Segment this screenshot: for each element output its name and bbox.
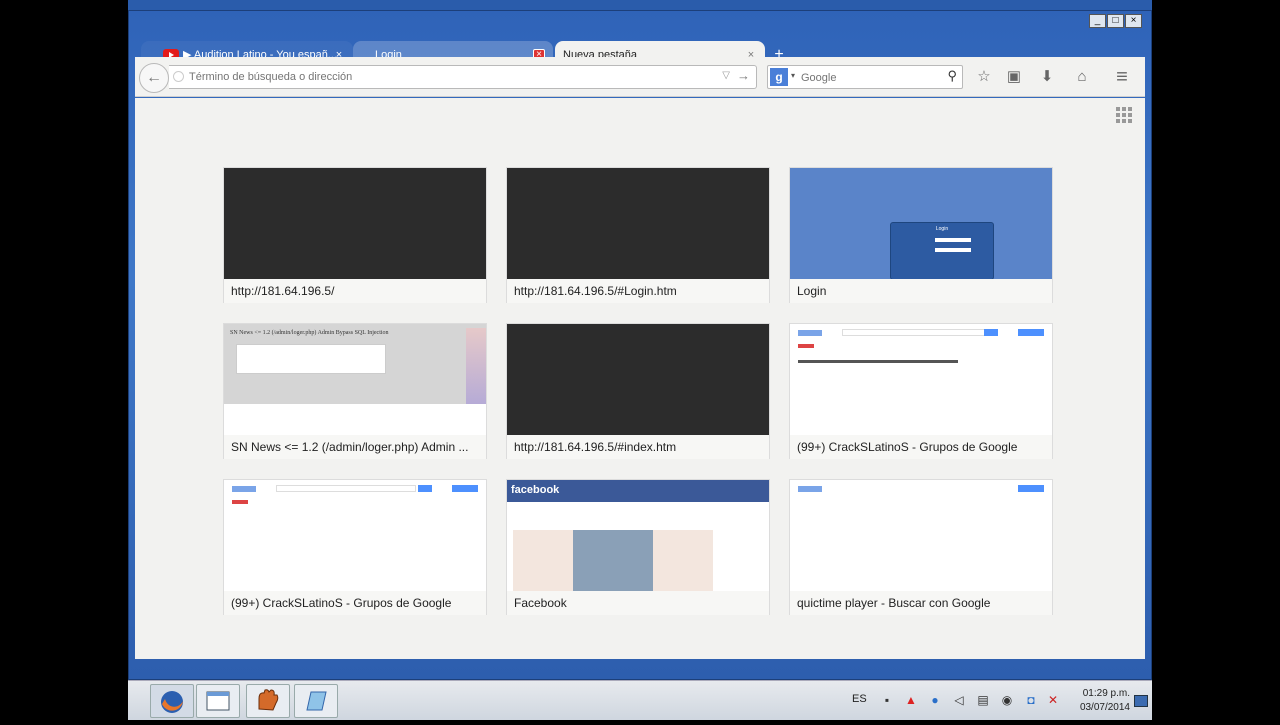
sn-preview-table bbox=[236, 344, 386, 374]
sn-preview-header: SN News <= 1.2 (/admin/loger.php) Admin … bbox=[230, 330, 389, 336]
network-tray-icon[interactable]: ▤ bbox=[976, 693, 990, 707]
globe-icon bbox=[173, 71, 184, 82]
tile-site[interactable]: SN News <= 1.2 (/admin/loger.php) Admin … bbox=[223, 323, 487, 459]
security-tray-icon[interactable]: ● bbox=[928, 693, 942, 707]
network-x-tray-icon[interactable]: ✕ bbox=[1046, 693, 1060, 707]
firefox-taskbar-button[interactable] bbox=[150, 684, 194, 718]
downloads-icon[interactable]: ⬇ bbox=[1036, 67, 1058, 87]
tile-label: http://181.64.196.5/ bbox=[224, 279, 486, 303]
tile-thumbnail: Login bbox=[790, 168, 1052, 279]
login-preview-title: Login bbox=[935, 226, 949, 232]
back-button[interactable]: ← bbox=[139, 63, 169, 93]
clock-time: 01:29 p.m. bbox=[1082, 688, 1130, 699]
engine-dropdown-icon[interactable]: ▾ bbox=[791, 71, 795, 80]
google-icon[interactable]: g bbox=[770, 68, 788, 86]
language-indicator[interactable]: ES bbox=[852, 693, 867, 705]
fb-preview-article bbox=[513, 530, 713, 591]
tile-site[interactable]: quictime player - Buscar con Google bbox=[789, 479, 1053, 615]
bookmark-star-icon[interactable]: ☆ bbox=[973, 67, 995, 87]
url-input[interactable] bbox=[189, 69, 709, 85]
tile-label: (99+) CrackSLatinoS - Grupos de Google bbox=[790, 435, 1052, 459]
tile-site[interactable]: Login Login bbox=[789, 167, 1053, 303]
explorer-taskbar-button[interactable] bbox=[196, 684, 240, 718]
navigation-toolbar: ← ▽ → g ▾ ⚲ ☆ ▣ ⬇ ⌂ ≡ bbox=[135, 57, 1145, 97]
tile-thumbnail bbox=[224, 480, 486, 591]
notepad-icon bbox=[306, 691, 327, 711]
tile-thumbnail: SN News <= 1.2 (/admin/loger.php) Admin … bbox=[224, 324, 486, 435]
tile-label: (99+) CrackSLatinoS - Grupos de Google bbox=[224, 591, 486, 615]
tile-thumbnail bbox=[224, 168, 486, 279]
menu-icon[interactable]: ≡ bbox=[1111, 67, 1133, 87]
volume-tray-icon[interactable]: ◁ bbox=[952, 693, 966, 707]
system-clock[interactable]: 01:29 p.m. 03/07/2014 bbox=[1068, 687, 1130, 715]
facebook-logo: facebook bbox=[511, 484, 560, 496]
home-icon[interactable]: ⌂ bbox=[1071, 67, 1093, 87]
firefox-window: _ □ × ▶ Audition Latino - You españ... ×… bbox=[128, 10, 1152, 680]
app-tray-icon[interactable]: ◘ bbox=[1024, 693, 1038, 707]
grid-toggle-icon[interactable] bbox=[1116, 107, 1132, 123]
tile-thumbnail: facebook bbox=[507, 480, 769, 591]
tile-thumbnail bbox=[507, 168, 769, 279]
tile-label: quictime player - Buscar con Google bbox=[790, 591, 1052, 615]
glove-icon bbox=[258, 689, 279, 711]
search-input[interactable] bbox=[801, 70, 931, 85]
show-desktop-button[interactable] bbox=[1134, 695, 1148, 707]
tile-site[interactable]: http://181.64.196.5/ bbox=[223, 167, 487, 303]
search-icon[interactable]: ⚲ bbox=[947, 68, 957, 84]
app-taskbar-button[interactable] bbox=[246, 684, 290, 718]
chat-tray-icon[interactable]: ◉ bbox=[1000, 693, 1014, 707]
tile-label: Facebook bbox=[507, 591, 769, 615]
new-tab-page: http://181.64.196.5/ http://181.64.196.5… bbox=[135, 98, 1145, 659]
go-arrow-icon[interactable]: → bbox=[737, 68, 750, 83]
tile-site[interactable]: http://181.64.196.5/#Login.htm bbox=[506, 167, 770, 303]
bookmarks-menu-icon[interactable]: ▣ bbox=[1003, 67, 1025, 87]
tile-thumbnail bbox=[790, 480, 1052, 591]
windows-taskbar: ES ▪ ▲ ● ◁ ▤ ◉ ◘ ✕ 01:29 p.m. 03/07/2014 bbox=[128, 680, 1152, 720]
warning-tray-icon[interactable]: ▲ bbox=[904, 693, 918, 707]
monitor-tray-icon[interactable]: ▪ bbox=[880, 693, 894, 707]
tile-site[interactable]: http://181.64.196.5/#index.htm bbox=[506, 323, 770, 459]
clock-date: 03/07/2014 bbox=[1079, 702, 1130, 713]
window-icon bbox=[206, 691, 230, 711]
history-dropdown-icon[interactable]: ▽ bbox=[722, 70, 730, 81]
sn-preview-image bbox=[466, 328, 486, 404]
tile-label: Login bbox=[790, 279, 1052, 303]
tile-site[interactable]: facebook Facebook bbox=[506, 479, 770, 615]
search-bar[interactable]: g ▾ ⚲ bbox=[767, 65, 963, 89]
tile-thumbnail bbox=[790, 324, 1052, 435]
login-form-preview: Login bbox=[890, 222, 994, 279]
url-bar[interactable]: ▽ → bbox=[169, 65, 757, 89]
tile-site[interactable]: (99+) CrackSLatinoS - Grupos de Google bbox=[223, 479, 487, 615]
tile-site[interactable]: (99+) CrackSLatinoS - Grupos de Google bbox=[789, 323, 1053, 459]
notepad-taskbar-button[interactable] bbox=[294, 684, 338, 718]
tile-label: SN News <= 1.2 (/admin/loger.php) Admin … bbox=[224, 435, 486, 459]
tile-label: http://181.64.196.5/#index.htm bbox=[507, 435, 769, 459]
tile-thumbnail bbox=[507, 324, 769, 435]
firefox-icon bbox=[161, 691, 183, 713]
tile-label: http://181.64.196.5/#Login.htm bbox=[507, 279, 769, 303]
